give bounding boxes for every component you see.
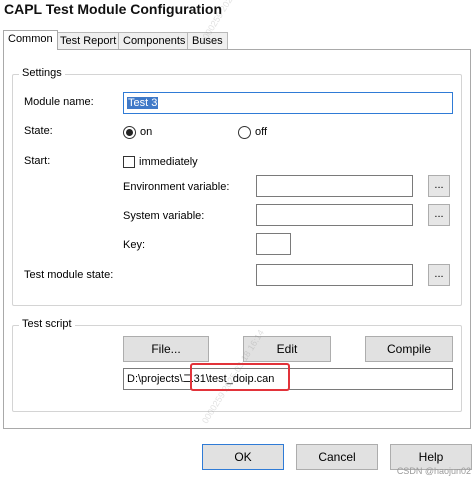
environment-variable-label: Environment variable: [123,181,230,193]
state-on-label: on [140,126,153,138]
credit-text: CSDN @haojun02 [396,466,471,476]
file-button[interactable]: File... [123,336,209,362]
state-on-radio[interactable] [123,126,136,139]
settings-legend: Settings [19,67,65,79]
module-name-label: Module name: [24,96,94,108]
tab-components[interactable]: Components [118,32,191,49]
window-title: CAPL Test Module Configuration [4,1,223,17]
title-bar: CAPL Test Module Configuration [0,0,474,24]
module-name-input[interactable]: Test 3 [123,92,453,114]
test-module-state-browse-button[interactable]: ... [428,264,450,286]
state-off-radio[interactable] [238,126,251,139]
ok-button[interactable]: OK [202,444,284,470]
system-variable-browse-button[interactable]: ... [428,204,450,226]
key-input[interactable] [256,233,291,255]
system-variable-label: System variable: [123,210,205,222]
tab-common[interactable]: Common [3,30,58,50]
immediately-checkbox[interactable] [123,156,135,168]
system-variable-input[interactable] [256,204,413,226]
immediately-label: immediately [139,156,198,168]
test-script-legend: Test script [19,318,75,330]
tab-test-report[interactable]: Test Report [55,32,122,49]
state-label: State: [24,125,53,137]
test-module-state-input[interactable] [256,264,413,286]
start-label: Start: [24,155,51,167]
cancel-button[interactable]: Cancel [296,444,378,470]
settings-group: Settings Module name: Test 3 State: on o… [12,67,462,306]
environment-variable-input[interactable] [256,175,413,197]
test-module-state-label: Test module state: [24,269,114,281]
state-off-label: off [255,126,268,138]
compile-button[interactable]: Compile [365,336,453,362]
environment-variable-browse-button[interactable]: ... [428,175,450,197]
capl-test-module-config-dialog: CAPL Test Module Configuration Common Te… [0,0,474,477]
module-name-value: Test 3 [127,97,159,109]
key-label: Key: [123,239,146,251]
